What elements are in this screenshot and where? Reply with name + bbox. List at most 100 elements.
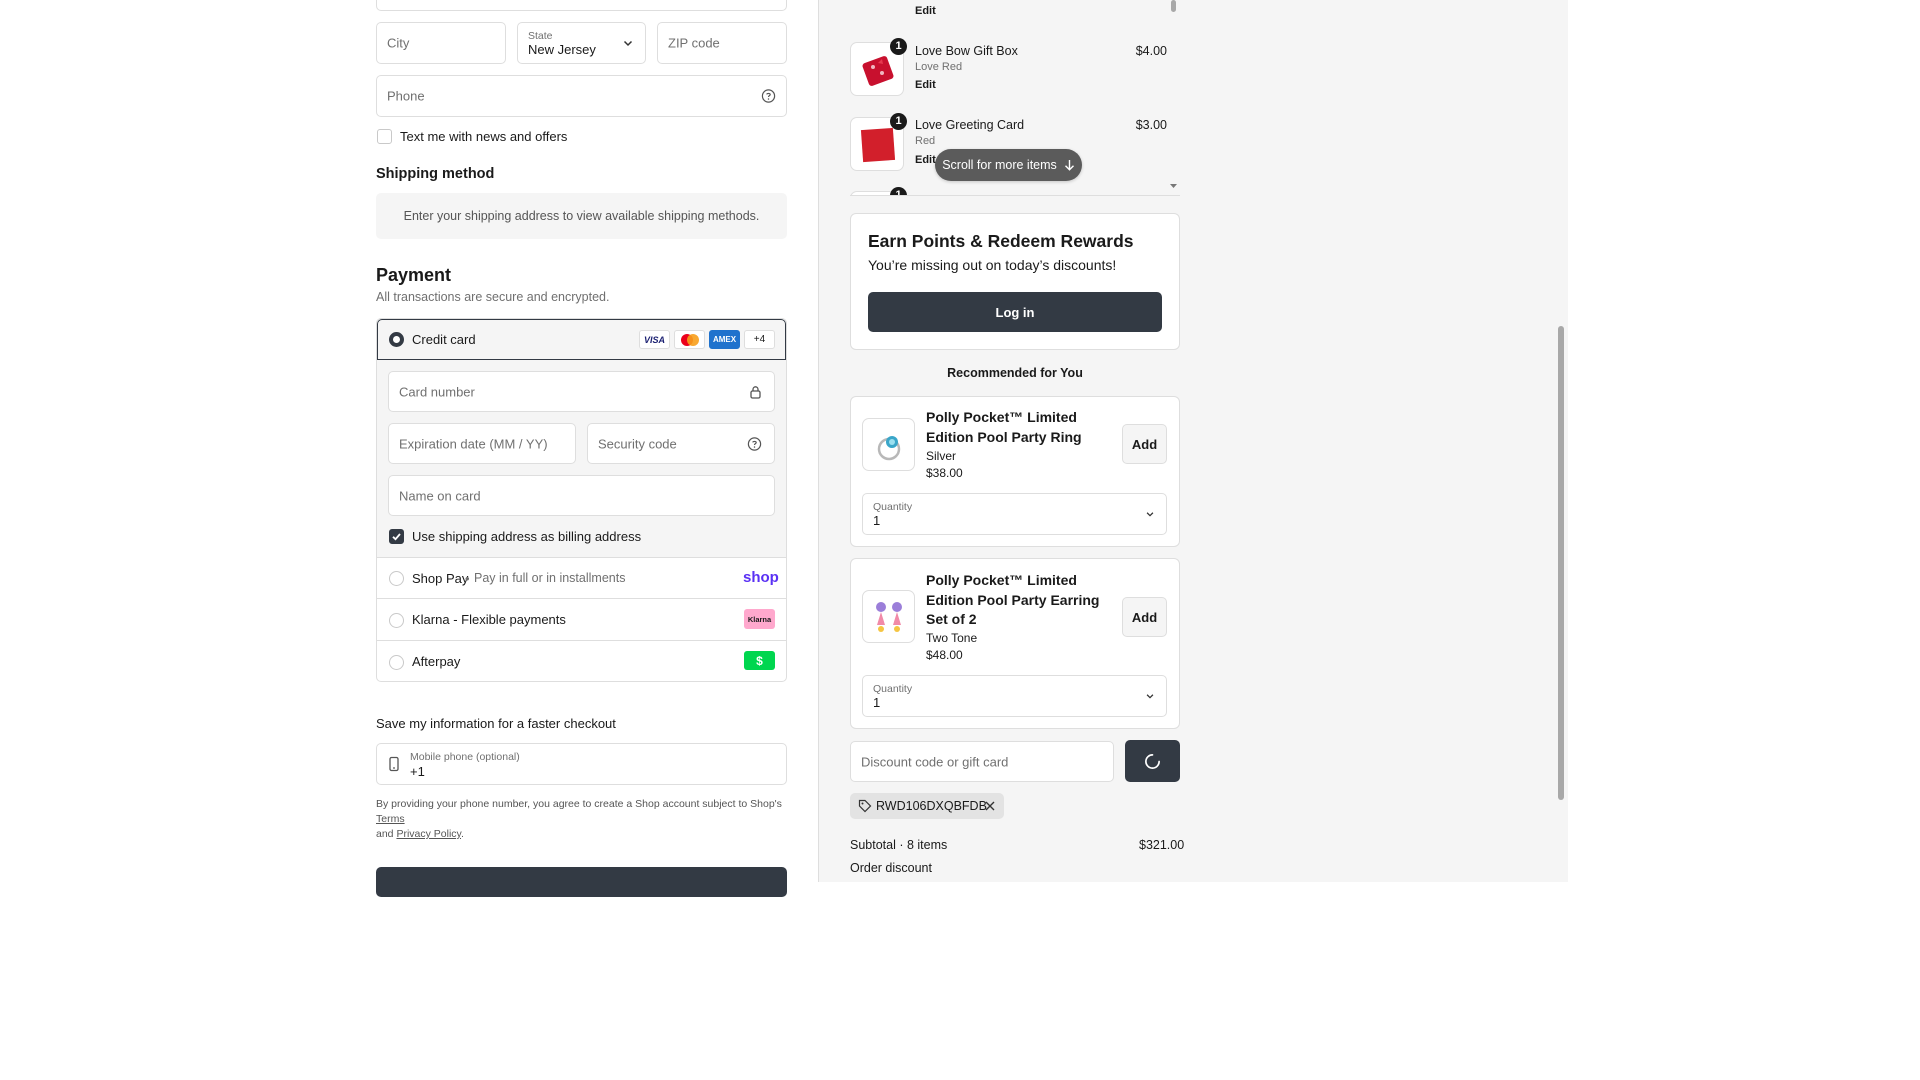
phone-field[interactable]: Phone xyxy=(376,75,787,117)
product-name: Polly Pocket™ Limited Edition Pool Party… xyxy=(926,572,1100,627)
page-scrollbar[interactable] xyxy=(1555,0,1568,882)
quantity-label: Quantity xyxy=(873,501,913,513)
text-offers-label: Text me with news and offers xyxy=(400,129,568,144)
ring-image xyxy=(877,436,901,461)
mobile-value: +1 xyxy=(410,764,425,779)
mastercard-icon xyxy=(674,330,705,349)
earring-image xyxy=(876,602,902,632)
payment-subtext: All transactions are secure and encrypte… xyxy=(376,290,610,304)
shop-pay-separator: • xyxy=(465,571,470,586)
shop-legal-text: By providing your phone number, you agre… xyxy=(376,798,782,840)
edit-link[interactable]: Edit xyxy=(915,154,936,166)
zip-field[interactable]: ZIP code xyxy=(657,22,787,64)
security-placeholder: Security code xyxy=(598,436,677,451)
shipping-notice-box: Enter your shipping address to view avai… xyxy=(376,193,787,239)
lock-icon xyxy=(750,385,761,399)
state-select[interactable]: State New Jersey xyxy=(517,22,646,64)
more-brands-badge: +4 xyxy=(744,330,775,349)
cart-scrollbar-thumb[interactable] xyxy=(1171,0,1176,12)
save-info-heading: Save my information for a faster checkou… xyxy=(376,716,616,731)
billing-same-checkbox[interactable] xyxy=(389,529,404,544)
mobile-label: Mobile phone (optional) xyxy=(410,751,520,763)
order-discount-label: Order discount xyxy=(850,861,932,875)
item-price: $4.00 xyxy=(1135,44,1167,58)
product-variant: Two Tone xyxy=(926,631,978,645)
loading-spinner-icon xyxy=(1145,753,1160,769)
klarna-radio[interactable] xyxy=(389,613,404,628)
terms-link[interactable]: Terms xyxy=(376,813,405,825)
mobile-phone-icon xyxy=(389,756,399,772)
product-thumbnail[interactable] xyxy=(862,418,915,471)
login-button[interactable]: Log in xyxy=(868,292,1162,332)
scroll-more-label: Scroll for more items xyxy=(942,158,1057,172)
product-thumbnail[interactable] xyxy=(862,590,915,643)
expiration-field[interactable]: Expiration date (MM / YY) xyxy=(388,423,576,464)
product-name: Polly Pocket™ Limited Edition Pool Party… xyxy=(926,409,1082,445)
klarna-logo: Klarna xyxy=(744,609,775,629)
card-number-placeholder: Card number xyxy=(399,384,475,399)
discount-code-input[interactable]: Discount code or gift card xyxy=(850,741,1114,782)
quantity-value: 1 xyxy=(873,695,881,710)
afterpay-radio[interactable] xyxy=(389,655,404,670)
quantity-value: 1 xyxy=(873,513,881,528)
quantity-badge: 1 xyxy=(890,38,907,55)
card-number-field[interactable]: Card number xyxy=(388,371,775,412)
remove-discount-icon[interactable] xyxy=(985,801,995,811)
shop-pay-label: Shop Pay xyxy=(412,571,469,586)
edit-link[interactable]: Edit xyxy=(915,79,936,91)
help-icon[interactable] xyxy=(747,436,762,451)
product-variant: Silver xyxy=(926,449,957,463)
privacy-policy-link[interactable]: Privacy Policy xyxy=(396,828,461,840)
add-product-button[interactable]: Add xyxy=(1122,424,1167,464)
quantity-badge: 1 xyxy=(890,113,907,130)
phone-placeholder: Phone xyxy=(387,88,425,104)
rewards-title: Earn Points & Redeem Rewards xyxy=(868,231,1134,251)
cart-scrollbar[interactable] xyxy=(1170,0,1177,196)
subtotal-label: Subtotal · 8 items xyxy=(850,838,948,852)
state-value: New Jersey xyxy=(528,42,596,57)
pay-now-button[interactable] xyxy=(376,867,787,897)
edit-link[interactable]: Edit xyxy=(915,5,936,17)
quantity-badge: 1 xyxy=(890,187,907,195)
shop-pay-radio[interactable] xyxy=(389,571,404,586)
item-name: Love Bow Gift Box xyxy=(915,44,1018,58)
shipping-notice: Enter your shipping address to view avai… xyxy=(403,209,760,223)
shop-pay-logo: shop xyxy=(743,569,779,586)
city-placeholder: City xyxy=(387,35,410,51)
tag-icon xyxy=(858,799,872,813)
afterpay-label: Afterpay xyxy=(412,654,461,669)
city-field[interactable]: City xyxy=(376,22,506,64)
expiration-placeholder: Expiration date (MM / YY) xyxy=(399,436,548,451)
checkmark-icon xyxy=(392,533,401,541)
applied-discount-tag: RWD106DXQBFDB xyxy=(850,793,1004,819)
help-icon[interactable] xyxy=(761,89,776,104)
subtotal-value: $321.00 xyxy=(1139,838,1185,852)
discount-code-text: RWD106DXQBFDB xyxy=(876,799,987,813)
amex-icon: AMEX xyxy=(709,330,740,349)
text-offers-checkbox[interactable] xyxy=(377,129,392,144)
state-label: State xyxy=(528,30,553,42)
page-scrollbar-thumb[interactable] xyxy=(1558,326,1564,800)
credit-card-radio[interactable] xyxy=(389,332,404,347)
quantity-select[interactable]: Quantity 1 xyxy=(862,675,1167,717)
item-price: $3.00 xyxy=(1135,118,1167,132)
shipping-heading: Shipping method xyxy=(376,166,495,182)
address-field[interactable] xyxy=(376,0,787,11)
item-variant: Love Red xyxy=(915,61,963,73)
discount-placeholder: Discount code or gift card xyxy=(861,754,1009,769)
recommended-heading: Recommended for You xyxy=(947,366,1083,380)
product-price: $38.00 xyxy=(926,466,963,480)
scroll-down-arrow-icon[interactable] xyxy=(1170,183,1177,189)
mobile-phone-field[interactable]: Mobile phone (optional) +1 xyxy=(376,743,787,785)
name-placeholder: Name on card xyxy=(399,488,481,503)
scroll-more-button[interactable]: Scroll for more items xyxy=(935,149,1082,181)
chevron-down-icon xyxy=(623,40,633,47)
arrow-down-icon xyxy=(1064,160,1074,171)
security-code-field[interactable]: Security code xyxy=(587,423,775,464)
afterpay-logo: $ xyxy=(744,651,775,670)
apply-discount-button[interactable] xyxy=(1125,740,1180,782)
name-on-card-field[interactable]: Name on card xyxy=(388,475,775,516)
payment-heading: Payment xyxy=(376,265,452,285)
quantity-select[interactable]: Quantity 1 xyxy=(862,493,1167,535)
add-product-button[interactable]: Add xyxy=(1122,597,1167,637)
